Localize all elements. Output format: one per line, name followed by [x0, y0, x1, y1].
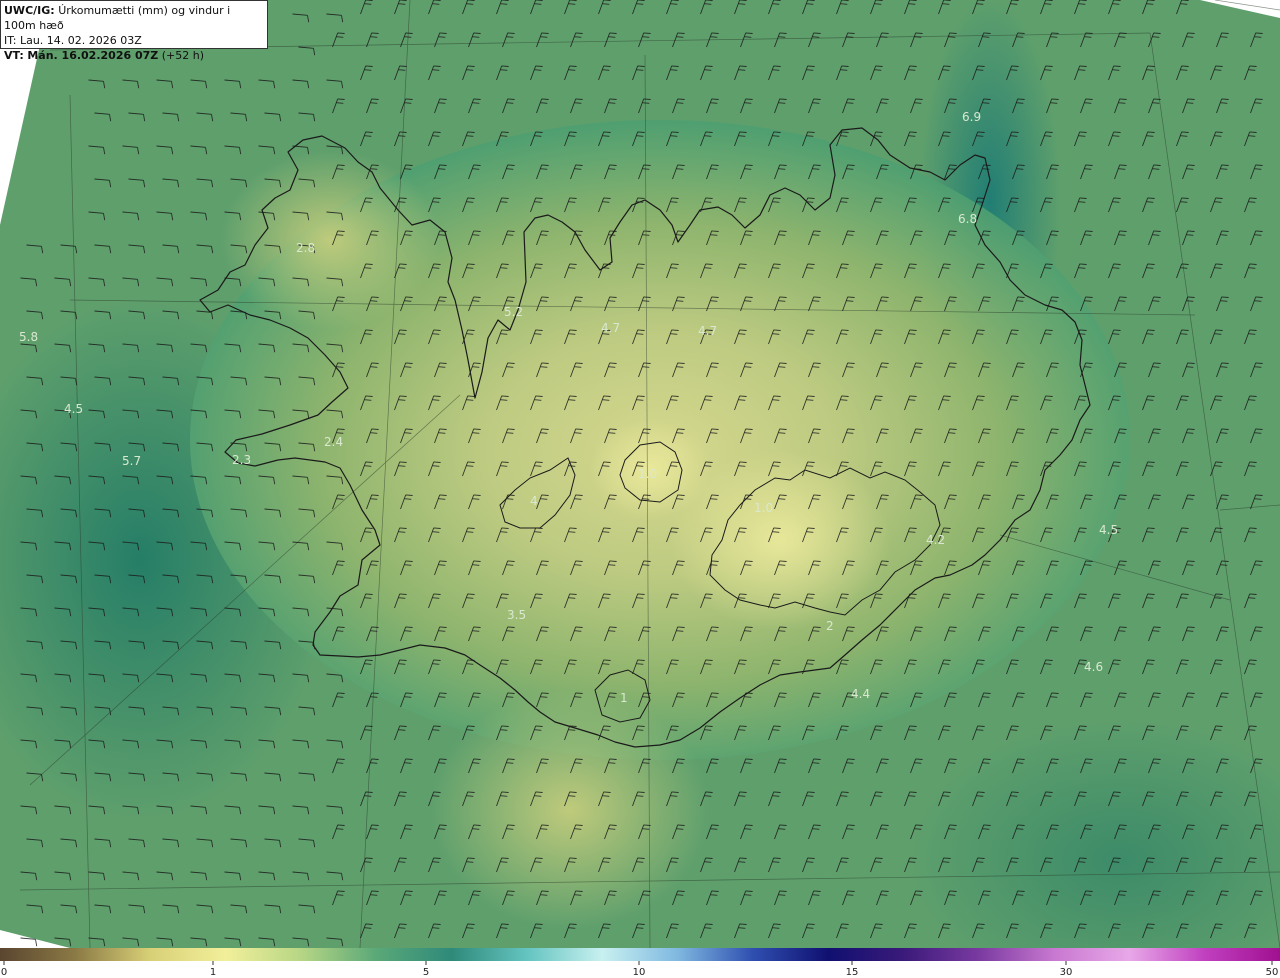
value-label: 2 — [826, 619, 834, 633]
colorbar-tick-label: 1 — [210, 967, 216, 978]
valid-prefix: VT: — [4, 49, 24, 62]
valid-time-line: VT: Mán. 16.02.2026 07Z (+52 h) — [4, 48, 264, 63]
value-label: 4.5 — [64, 402, 83, 416]
value-label: 5.2 — [504, 305, 523, 319]
init-time: IT: Lau. 14. 02. 2026 03Z — [4, 34, 142, 47]
colorbar-ticks: 0 1 5 10 15 30 50 — [1, 961, 1279, 978]
lead-time: (+52 h) — [161, 49, 205, 62]
model-name: UWC/IG: — [4, 4, 55, 17]
value-label: 4 — [530, 494, 538, 508]
colorbar-tick-label: 0 — [1, 967, 7, 978]
map-info-box: UWC/IG: Úrkomumætti (mm) og vindur i 100… — [0, 0, 268, 62]
forecast-map: 6.9 6.8 2.8 5.2 4.7 4.7 5.8 4.5 2.4 5.7 … — [0, 0, 1280, 948]
value-label: 3.5 — [507, 608, 526, 622]
value-label: 4.2 — [926, 533, 945, 547]
value-label: 1.0 — [754, 501, 773, 515]
colorbar-tick-label: 30 — [1060, 967, 1073, 978]
value-label: 4.5 — [1099, 523, 1118, 537]
value-label: 4.7 — [698, 324, 717, 338]
value-label: 5.7 — [122, 454, 141, 468]
value-label: 1 — [620, 691, 628, 705]
value-label: 5.8 — [19, 330, 38, 344]
value-label: 4.4 — [851, 687, 870, 701]
value-label: 1.0 — [638, 467, 657, 481]
colorbar-svg: 0 1 5 10 15 30 50 — [0, 948, 1280, 978]
value-label: 6.9 — [962, 110, 981, 124]
valid-time: Mán. 16.02.2026 07Z — [27, 49, 159, 62]
colorbar-tick-label: 5 — [423, 967, 429, 978]
value-label: 4.6 — [1084, 660, 1103, 674]
value-label: 2.4 — [324, 435, 343, 449]
title-line: UWC/IG: Úrkomumætti (mm) og vindur i 100… — [4, 3, 264, 33]
value-label: 2.8 — [296, 241, 315, 255]
colorbar: 0 1 5 10 15 30 50 — [0, 948, 1280, 978]
colorbar-tick-label: 15 — [846, 967, 859, 978]
colorbar-tick-label: 10 — [633, 967, 646, 978]
value-label: 6.8 — [958, 212, 977, 226]
value-label: 4.7 — [601, 321, 620, 335]
colorbar-tick-label: 50 — [1266, 967, 1279, 978]
colorbar-ramp — [0, 948, 1280, 961]
value-label: 2.3 — [232, 453, 251, 467]
